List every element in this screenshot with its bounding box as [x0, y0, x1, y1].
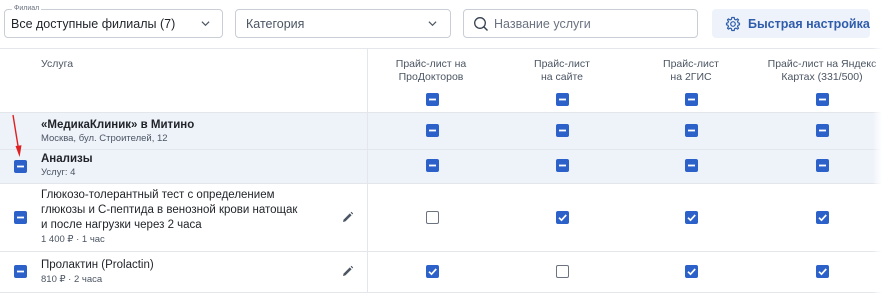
chevron-down-icon [428, 21, 437, 27]
service-name-line: и после нагрузки через 2 часа [41, 219, 202, 231]
service-2gis-checkbox[interactable] [685, 211, 698, 224]
branch-select-value: Все доступные филиалы (7) [11, 17, 176, 31]
gear-icon [725, 16, 741, 31]
service-select-checkbox[interactable] [14, 211, 27, 224]
service-prodoctorov-checkbox[interactable] [426, 211, 439, 224]
service-search-input[interactable] [494, 14, 689, 34]
quick-setup-label: Быстрая настройка [748, 16, 870, 31]
branch-select-label: Филиал [12, 4, 42, 13]
clinic-site-checkbox[interactable] [556, 124, 569, 137]
horizontal-scroll-fade [872, 48, 882, 293]
service-price-duration: 810 ₽ · 2 часа [41, 274, 103, 285]
row-divider [0, 183, 882, 184]
select-all-site-checkbox[interactable] [556, 93, 569, 106]
category-yandex-checkbox[interactable] [816, 159, 829, 172]
service-price-duration: 1 400 ₽ · 1 час [41, 234, 105, 245]
column-header-line: на сайте [540, 71, 584, 83]
column-header-2gis: Прайс-лист на 2ГИС [641, 58, 741, 84]
branch-select[interactable]: Филиал Все доступные филиалы (7) [4, 4, 223, 38]
select-all-yandex-checkbox[interactable] [816, 93, 829, 106]
category-2gis-checkbox[interactable] [685, 159, 698, 172]
column-header-line: Картах (331/500) [781, 71, 863, 83]
category-row-background [0, 150, 882, 183]
service-name-line: глюкозы и С-пептида в венозной крови нат… [41, 204, 298, 216]
service-name-line: Глюкозо-толерантный тест с определением [41, 189, 275, 201]
column-header-site: Прайс-лист на сайте [512, 58, 612, 84]
quick-setup-button[interactable]: Быстрая настройка [712, 9, 870, 38]
search-icon [474, 17, 488, 31]
row-divider [0, 251, 882, 252]
service-prodoctorov-checkbox[interactable] [426, 265, 439, 278]
category-prodoctorov-checkbox[interactable] [426, 159, 439, 172]
service-site-checkbox[interactable] [556, 211, 569, 224]
category-select-checkbox[interactable] [14, 160, 27, 173]
row-divider [0, 149, 882, 150]
category-name: Анализы [41, 153, 93, 165]
category-site-checkbox[interactable] [556, 159, 569, 172]
row-divider [0, 112, 882, 113]
service-name-line: Пролактин (Prolactin) [41, 259, 154, 271]
clinic-yandex-checkbox[interactable] [816, 124, 829, 137]
pencil-icon[interactable] [341, 265, 354, 278]
column-header-yandex: Прайс-лист на Яндекс Картах (331/500) [762, 58, 882, 84]
chevron-down-icon [201, 21, 210, 27]
category-select-value: Категория [246, 17, 305, 31]
service-yandex-checkbox[interactable] [816, 211, 829, 224]
column-divider [367, 48, 368, 293]
service-2gis-checkbox[interactable] [685, 265, 698, 278]
column-header-line: ПроДокторов [398, 71, 464, 83]
column-header-prodoctorov: Прайс-лист на ПроДокторов [381, 58, 481, 84]
clinic-prodoctorov-checkbox[interactable] [426, 124, 439, 137]
service-search[interactable] [463, 9, 698, 38]
service-select-checkbox[interactable] [14, 265, 27, 278]
column-header-line: Прайс-лист на [395, 58, 467, 70]
service-column-header: Услуга [41, 58, 74, 70]
service-site-checkbox[interactable] [556, 265, 569, 278]
category-count: Услуг: 4 [41, 167, 76, 178]
select-all-2gis-checkbox[interactable] [685, 93, 698, 106]
row-divider [0, 48, 882, 49]
select-all-prodoctorov-checkbox[interactable] [426, 93, 439, 106]
clinic-address: Москва, бул. Строителей, 12 [41, 133, 168, 144]
column-header-line: Прайс-лист [663, 58, 719, 70]
column-header-line: Прайс-лист на Яндекс [767, 58, 877, 70]
column-header-line: на 2ГИС [670, 71, 712, 83]
clinic-2gis-checkbox[interactable] [685, 124, 698, 137]
service-yandex-checkbox[interactable] [816, 265, 829, 278]
column-header-line: Прайс-лист [534, 58, 590, 70]
clinic-name: «МедикаКлиник» в Митино [41, 119, 195, 131]
category-select[interactable]: Категория [235, 9, 451, 38]
pencil-icon[interactable] [341, 211, 354, 224]
